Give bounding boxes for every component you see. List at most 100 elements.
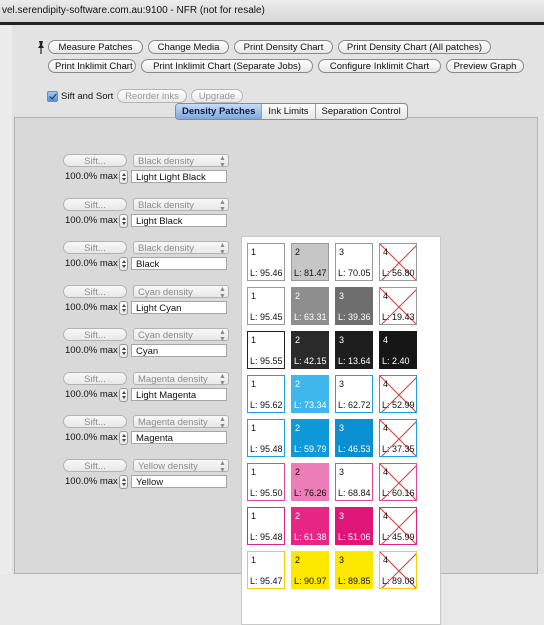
density-patch[interactable]: 4 L: 89.08: [379, 551, 417, 589]
reorder-inks-button[interactable]: Reorder inks: [117, 89, 187, 103]
density-patch[interactable]: 1 L: 95.55: [247, 331, 285, 369]
density-patch[interactable]: 2 L: 63.31: [291, 287, 329, 325]
updown-arrows-icon: ▲▼: [219, 329, 226, 343]
density-patch[interactable]: 3 L: 68.84: [335, 463, 373, 501]
density-patch[interactable]: 2 L: 42.15: [291, 331, 329, 369]
sift-button[interactable]: Sift...: [63, 328, 127, 341]
density-patch[interactable]: 3 L: 51.06: [335, 507, 373, 545]
ink-name-field[interactable]: Light Black: [131, 213, 227, 227]
patch-lightness: L: 2.40: [382, 356, 410, 366]
ink-name-field[interactable]: Light Light Black: [131, 170, 227, 183]
density-patch[interactable]: 4 L: 60.16: [379, 463, 417, 501]
density-patch[interactable]: 2 L: 81.47: [291, 243, 329, 281]
max-stepper[interactable]: [119, 257, 128, 271]
sift-and-sort-checkbox[interactable]: [47, 91, 58, 102]
print-inklimit-chart-button[interactable]: Print Inklimit Chart: [48, 59, 136, 73]
tab-separation-control[interactable]: Separation Control: [316, 104, 407, 119]
density-select[interactable]: Black density ▲▼: [133, 241, 229, 256]
ink-name-field[interactable]: Light Magenta: [131, 387, 227, 401]
density-patch[interactable]: 4 L: 19.43: [379, 287, 417, 325]
density-select[interactable]: Yellow density ▲▼: [133, 458, 229, 474]
patch-lightness: L: 95.50: [250, 488, 283, 498]
patch-number: 3: [339, 379, 345, 389]
density-patch[interactable]: 3 L: 70.05: [335, 243, 373, 281]
upgrade-button[interactable]: Upgrade: [191, 89, 243, 103]
max-stepper[interactable]: [119, 431, 128, 445]
density-patch[interactable]: 4 L: 2.40: [379, 331, 417, 369]
patch-lightness: L: 62.72: [338, 400, 371, 410]
density-patch[interactable]: 1 L: 95.46: [247, 243, 285, 281]
sift-button[interactable]: Sift...: [63, 154, 127, 167]
density-select[interactable]: Magenta density ▲▼: [133, 415, 229, 430]
max-percent-label: 100.0% max: [65, 301, 118, 313]
density-patch[interactable]: 2 L: 59.79: [291, 419, 329, 457]
density-select[interactable]: Black density ▲▼: [133, 197, 229, 213]
print-inklimit-chart-separate-button[interactable]: Print Inklimit Chart (Separate Jobs): [141, 59, 313, 73]
density-patch[interactable]: 4 L: 56.80: [379, 243, 417, 281]
ink-name-field[interactable]: Black: [131, 257, 227, 270]
density-patch[interactable]: 1 L: 95.48: [247, 419, 285, 457]
density-patch[interactable]: 2 L: 76.26: [291, 463, 329, 501]
sift-button[interactable]: Sift...: [63, 371, 127, 385]
patch-number: 3: [339, 247, 345, 257]
density-patch[interactable]: 1 L: 95.47: [247, 551, 285, 589]
tab-density-patches[interactable]: Density Patches: [176, 104, 263, 119]
ink-name-field[interactable]: Yellow: [131, 474, 227, 488]
sift-button[interactable]: Sift...: [63, 415, 127, 428]
density-patch[interactable]: 2 L: 61.38: [291, 507, 329, 545]
density-select[interactable]: Magenta density ▲▼: [133, 371, 229, 387]
patch-number: 4: [383, 379, 389, 389]
density-patch[interactable]: 4 L: 37.35: [379, 419, 417, 457]
patch-number: 4: [383, 511, 389, 521]
density-patch[interactable]: 1 L: 95.48: [247, 507, 285, 545]
density-patch[interactable]: 1 L: 95.50: [247, 463, 285, 501]
patch-number: 1: [251, 379, 257, 389]
max-stepper[interactable]: [119, 387, 128, 402]
pin-icon[interactable]: [36, 40, 46, 54]
patch-number: 1: [251, 423, 257, 433]
density-patch[interactable]: 3 L: 89.85: [335, 551, 373, 589]
ink-name-field[interactable]: Magenta: [131, 431, 227, 444]
sift-button[interactable]: Sift...: [63, 197, 127, 211]
max-stepper[interactable]: [119, 474, 128, 489]
patch-number: 3: [339, 335, 345, 345]
density-select[interactable]: Cyan density ▲▼: [133, 328, 229, 343]
density-patch[interactable]: 3 L: 46.53: [335, 419, 373, 457]
change-media-button[interactable]: Change Media: [148, 40, 229, 54]
density-patch[interactable]: 3 L: 62.72: [335, 375, 373, 413]
ink-name-field[interactable]: Light Cyan: [131, 300, 227, 314]
print-density-chart-button[interactable]: Print Density Chart: [234, 40, 333, 54]
density-patch[interactable]: 1 L: 95.62: [247, 375, 285, 413]
sift-button[interactable]: Sift...: [63, 241, 127, 254]
patch-lightness: L: 56.80: [382, 268, 415, 278]
density-select[interactable]: Black density ▲▼: [133, 154, 229, 169]
tab-ink-limits[interactable]: Ink Limits: [262, 104, 316, 119]
sift-button[interactable]: Sift...: [63, 458, 127, 472]
preview-graph-button[interactable]: Preview Graph: [446, 59, 524, 73]
max-stepper[interactable]: [119, 170, 128, 184]
density-patch[interactable]: 3 L: 13.64: [335, 331, 373, 369]
configure-inklimit-chart-button[interactable]: Configure Inklimit Chart: [318, 59, 441, 73]
patch-lightness: L: 13.64: [338, 356, 371, 366]
patch-number: 4: [383, 467, 389, 477]
patch-number: 4: [383, 247, 389, 257]
print-density-chart-all-button[interactable]: Print Density Chart (All patches): [338, 40, 491, 54]
measure-patches-button[interactable]: Measure Patches: [48, 40, 143, 54]
max-stepper[interactable]: [119, 300, 128, 315]
window-title: vel.serendipity-software.com.au:9100 - N…: [2, 5, 265, 16]
density-patch[interactable]: 3 L: 39.36: [335, 287, 373, 325]
max-stepper[interactable]: [119, 344, 128, 358]
ink-name-field[interactable]: Cyan: [131, 344, 227, 357]
density-select[interactable]: Cyan density ▲▼: [133, 284, 229, 300]
patch-number: 2: [295, 467, 301, 477]
max-stepper[interactable]: [119, 213, 128, 228]
density-patch[interactable]: 4 L: 45.99: [379, 507, 417, 545]
density-patch[interactable]: 1 L: 95.45: [247, 287, 285, 325]
sift-button[interactable]: Sift...: [63, 284, 127, 298]
patch-lightness: L: 70.05: [338, 268, 371, 278]
patch-number: 4: [383, 423, 389, 433]
density-patch[interactable]: 2 L: 73.34: [291, 375, 329, 413]
density-patch[interactable]: 2 L: 90.97: [291, 551, 329, 589]
patch-lightness: L: 95.48: [250, 444, 283, 454]
density-patch[interactable]: 4 L: 52.99: [379, 375, 417, 413]
